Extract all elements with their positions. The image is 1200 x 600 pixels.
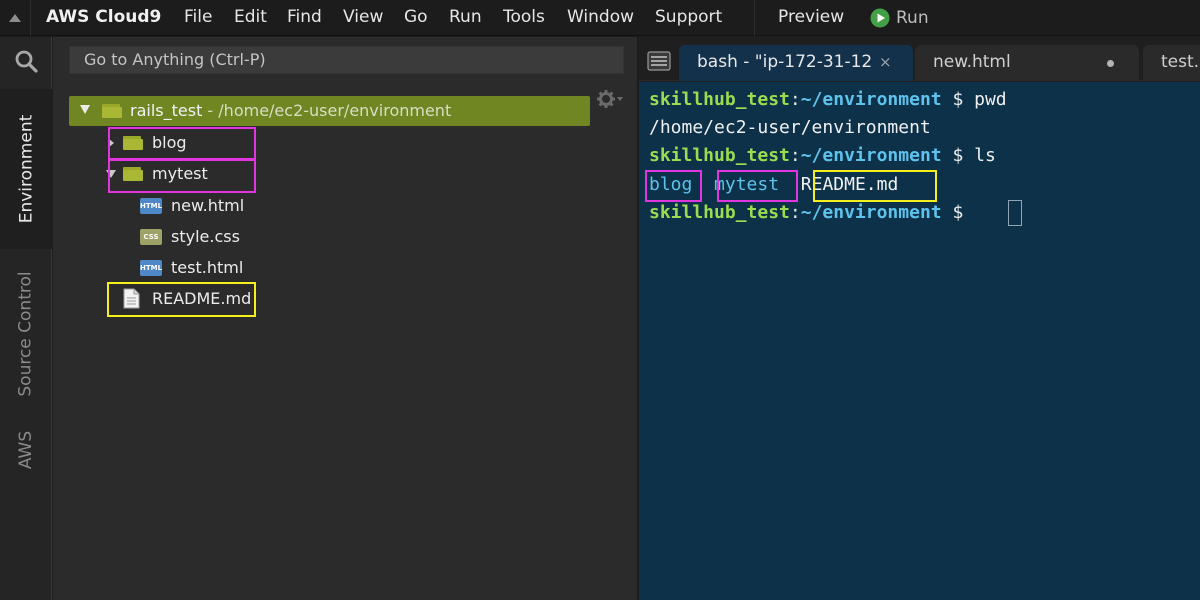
prompt-user: skillhub_test — [649, 202, 790, 223]
tree-root-label: rails_test - /home/ec2-user/environment — [130, 96, 451, 126]
triangle-up-icon — [9, 14, 21, 22]
menu-view[interactable]: View — [343, 0, 383, 36]
prompt-colon: : — [789, 202, 801, 223]
terminal[interactable]: skillhub_test:~/environment $ pwd /home/… — [639, 82, 1200, 600]
tree-item-label: style.css — [171, 227, 240, 246]
search-button[interactable] — [0, 43, 52, 79]
terminal-output: /home/ec2-user/environment — [649, 117, 931, 138]
tree-item-label: test.html — [171, 258, 244, 277]
menu-window[interactable]: Window — [567, 0, 634, 36]
tab-source-control[interactable]: Source Control — [0, 259, 52, 409]
chevron-down-icon[interactable] — [80, 105, 90, 114]
close-icon[interactable]: × — [879, 45, 892, 79]
play-icon — [870, 8, 890, 28]
menu-divider — [30, 0, 31, 36]
tab-aws-label: AWS — [16, 430, 36, 470]
menu-find[interactable]: Find — [287, 0, 322, 36]
prompt-user: skillhub_test — [649, 89, 790, 110]
terminal-line: skillhub_test:~/environment $ — [649, 201, 974, 225]
folder-icon — [102, 104, 122, 118]
tab-bash-label: bash - "ip-172-31-12 — [697, 52, 873, 72]
preview-button[interactable]: Preview — [778, 0, 844, 36]
tree-item-new-html[interactable]: HTML new.html — [140, 191, 340, 221]
highlight-box-ls-blog — [645, 170, 702, 202]
prompt-command: $ pwd — [941, 89, 1007, 110]
prompt-command: $ — [941, 202, 975, 223]
prompt-user: skillhub_test — [649, 145, 790, 166]
tab-aws[interactable]: AWS — [0, 415, 52, 485]
run-label: Run — [896, 8, 929, 28]
prompt-colon: : — [789, 145, 801, 166]
goto-anything-input[interactable]: Go to Anything (Ctrl-P) — [69, 46, 624, 74]
app-title-menu[interactable]: AWS Cloud9 — [46, 0, 161, 36]
menu-go[interactable]: Go — [404, 0, 428, 36]
tree-item-label: new.html — [171, 196, 245, 215]
prompt-colon: : — [789, 89, 801, 110]
prompt-path: ~/environment — [800, 145, 942, 166]
menu-file[interactable]: File — [184, 0, 212, 36]
file-tree-panel: Go to Anything (Ctrl-P) rails_test - /ho… — [53, 37, 638, 600]
tab-source-control-label: Source Control — [16, 271, 36, 397]
highlight-box-ls-mytest — [717, 170, 798, 202]
highlight-box-ls-readme — [813, 170, 937, 202]
css-file-icon: CSS — [140, 229, 162, 245]
prompt-path: ~/environment — [800, 202, 942, 223]
html-file-icon: HTML — [140, 198, 162, 214]
editor-tab-bar: bash - "ip-172-31-12 × new.html test.h — [639, 37, 1200, 81]
html-file-icon: HTML — [140, 260, 162, 276]
tab-bash[interactable]: bash - "ip-172-31-12 × — [679, 45, 913, 81]
root-folder-path: - /home/ec2-user/environment — [202, 101, 452, 120]
highlight-box-blog — [108, 127, 256, 161]
menu-edit[interactable]: Edit — [234, 0, 267, 36]
menu-divider — [754, 0, 755, 36]
tab-environment[interactable]: Environment — [0, 89, 52, 249]
terminal-icon[interactable] — [647, 51, 671, 71]
menu-run[interactable]: Run — [449, 0, 482, 36]
tab-test-html[interactable]: test.h — [1143, 45, 1200, 81]
tab-new-html-label: new.html — [933, 52, 1011, 72]
tab-new-html[interactable]: new.html — [915, 45, 1139, 81]
terminal-cursor — [1008, 200, 1022, 226]
highlight-box-readme — [107, 282, 256, 317]
tab-test-html-label: test.h — [1161, 52, 1200, 72]
search-icon — [15, 50, 38, 73]
highlight-box-mytest — [108, 158, 256, 193]
collapse-menu-button[interactable] — [0, 0, 30, 36]
tree-item-style-css[interactable]: CSS style.css — [140, 222, 340, 252]
terminal-line: skillhub_test:~/environment $ ls — [649, 144, 996, 168]
menu-tools[interactable]: Tools — [503, 0, 545, 36]
activity-bar: Environment Source Control AWS — [0, 37, 52, 600]
run-button[interactable]: Run — [870, 0, 929, 36]
unsaved-dot-icon — [1107, 60, 1114, 67]
menu-bar: AWS Cloud9 File Edit Find View Go Run To… — [0, 0, 1200, 36]
tab-environment-label: Environment — [16, 114, 36, 224]
tree-item-test-html[interactable]: HTML test.html — [140, 253, 340, 283]
prompt-path: ~/environment — [800, 89, 942, 110]
terminal-line: skillhub_test:~/environment $ pwd — [649, 88, 1007, 112]
menu-support[interactable]: Support — [655, 0, 722, 36]
gear-icon[interactable] — [596, 89, 626, 109]
prompt-command: $ ls — [941, 145, 996, 166]
tree-root-folder[interactable]: rails_test - /home/ec2-user/environment — [69, 96, 590, 126]
root-folder-name: rails_test — [130, 101, 203, 120]
